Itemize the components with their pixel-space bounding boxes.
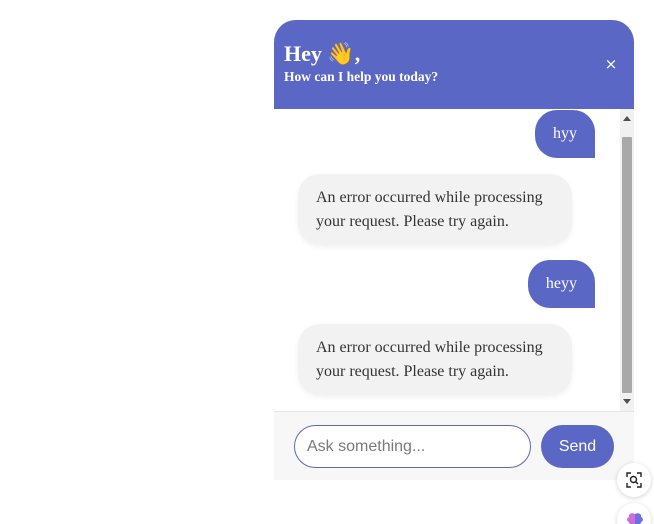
- scroll-thumb[interactable]: [622, 137, 632, 393]
- brain-icon: [627, 513, 643, 524]
- chat-widget: Hey 👋, How can I help you today? × hyy A…: [274, 20, 634, 480]
- scroll-up-arrow-icon[interactable]: [623, 116, 631, 121]
- close-button[interactable]: ×: [600, 53, 622, 75]
- input-bar: Send: [274, 411, 634, 480]
- chat-subtitle: How can I help you today?: [284, 69, 439, 84]
- screen-capture-icon: [626, 472, 642, 488]
- bot-message-line: your request. Please try again.: [316, 363, 509, 380]
- send-button[interactable]: Send: [541, 425, 614, 468]
- close-icon[interactable]: ×: [605, 55, 618, 73]
- chat-header: Hey 👋, How can I help you today? ×: [274, 20, 634, 109]
- user-message: heyy: [527, 260, 595, 308]
- bot-message: An error occurred while processing your …: [298, 174, 572, 245]
- messages-scrollbar[interactable]: [620, 109, 634, 411]
- bot-message: An error occurred while processing your …: [298, 324, 572, 395]
- page: Hey 👋, How can I help you today? × hyy A…: [0, 0, 654, 524]
- bot-message-line: your request. Please try again.: [316, 213, 509, 230]
- brain-button[interactable]: [617, 503, 651, 524]
- user-message: hyy: [535, 110, 595, 158]
- ask-input[interactable]: [294, 425, 531, 468]
- chat-greeting: Hey 👋,: [284, 41, 361, 66]
- scroll-down-arrow-icon[interactable]: [623, 399, 631, 404]
- screen-capture-button[interactable]: [617, 463, 651, 497]
- bot-message-line: An error occurred while processing: [316, 189, 543, 206]
- bot-message-line: An error occurred while processing: [316, 339, 543, 356]
- messages-area[interactable]: hyy An error occurred while processing y…: [274, 109, 634, 411]
